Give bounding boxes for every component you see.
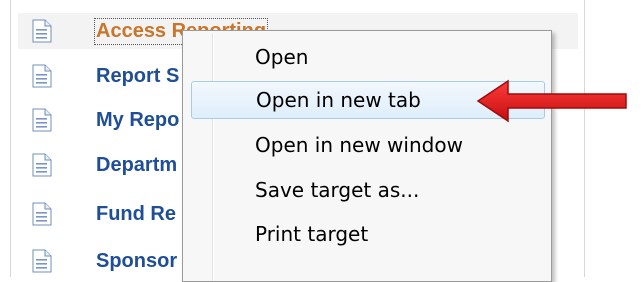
report-link[interactable]: Report S	[96, 65, 179, 88]
document-icon	[32, 153, 52, 177]
menu-item-label: Print target	[255, 222, 369, 246]
red-arrow-icon	[476, 79, 627, 123]
report-link[interactable]: Sponsor	[96, 250, 177, 273]
document-icon	[32, 249, 52, 273]
context-menu: Open Open in new tab Open in new window …	[182, 30, 552, 282]
menu-item-print-target[interactable]: Print target	[191, 216, 543, 252]
document-icon	[32, 19, 52, 43]
report-link[interactable]: Departm	[96, 154, 177, 177]
menu-item-save-target-as[interactable]: Save target as...	[191, 172, 543, 208]
menu-item-label: Open	[255, 45, 309, 69]
menu-item-open[interactable]: Open	[191, 39, 543, 75]
document-icon	[32, 108, 52, 132]
menu-item-label: Save target as...	[255, 178, 420, 202]
menu-item-label: Open in new tab	[256, 88, 421, 112]
menu-item-label: Open in new window	[255, 133, 463, 157]
report-link[interactable]: Fund Re	[96, 203, 176, 226]
document-icon	[32, 64, 52, 88]
document-icon	[32, 202, 52, 226]
menu-item-open-in-new-window[interactable]: Open in new window	[191, 127, 543, 163]
report-link[interactable]: My Repo	[96, 109, 179, 132]
